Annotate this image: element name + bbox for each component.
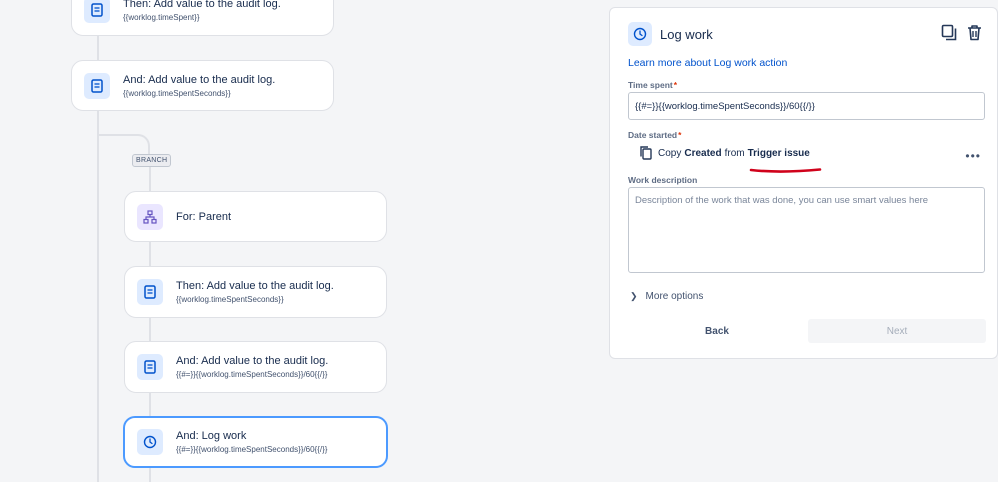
- date-started-label: Date started*: [628, 130, 682, 140]
- flow-card-branch[interactable]: For: Parent: [124, 191, 387, 242]
- clock-icon: [137, 429, 163, 455]
- more-options-toggle[interactable]: ❯ More options: [630, 291, 703, 302]
- flow-card-audit-log[interactable]: And: Add value to the audit log. {{workl…: [71, 60, 334, 111]
- copy-source: Trigger issue: [747, 147, 810, 159]
- next-button[interactable]: Next: [808, 319, 986, 343]
- work-description-label: Work description: [628, 175, 698, 185]
- flow-card-log-work[interactable]: And: Log work {{#=}}{{worklog.timeSpentS…: [123, 416, 388, 468]
- work-description-textarea[interactable]: Description of the work that was done, y…: [628, 187, 985, 273]
- audit-log-icon: [84, 72, 110, 99]
- copy-field: Created: [684, 147, 722, 159]
- duplicate-icon[interactable]: [941, 24, 958, 41]
- time-spent-label: Time spent*: [628, 80, 678, 90]
- more-options-label: More options: [645, 291, 704, 302]
- flow-card-subtitle: {{worklog.timeSpentSeconds}}: [123, 88, 231, 98]
- connector-line: [149, 317, 151, 342]
- panel-title: Log work: [660, 26, 713, 42]
- flow-card-subtitle: {{#=}}{{worklog.timeSpentSeconds}}/60{{/…: [176, 445, 328, 454]
- flow-card-subtitle: {{#=}}{{worklog.timeSpentSeconds}}/60{{/…: [176, 370, 328, 379]
- panel-header: Log work: [628, 22, 713, 46]
- flow-card-title: Then: Add value to the audit log.: [176, 280, 334, 292]
- trash-icon[interactable]: [966, 24, 983, 41]
- flow-card-audit-log[interactable]: And: Add value to the audit log. {{#=}}{…: [124, 341, 387, 393]
- branch-badge: BRANCH: [132, 154, 172, 167]
- clock-icon: [628, 22, 652, 46]
- connector-line: [97, 36, 99, 61]
- connector-line: [149, 392, 151, 417]
- flow-card-subtitle: {{worklog.timeSpent}}: [123, 13, 200, 22]
- automation-flow-canvas: Then: Add value to the audit log. {{work…: [0, 0, 600, 482]
- back-button[interactable]: Back: [628, 319, 806, 343]
- time-spent-value: {{#=}}{{worklog.timeSpentSeconds}}/60{{/…: [635, 101, 815, 112]
- panel-header-actions: [941, 24, 983, 41]
- audit-log-icon: [137, 354, 163, 380]
- annotation-underline: [749, 168, 822, 173]
- flow-card-title: And: Add value to the audit log.: [123, 73, 276, 86]
- flow-card-title: For: Parent: [176, 210, 232, 223]
- copy-from: from: [724, 147, 745, 159]
- copy-prefix: Copy: [658, 147, 682, 159]
- log-work-config-panel: Log work Learn more about Log work actio…: [609, 7, 998, 359]
- copy-icon: [640, 146, 652, 160]
- flow-card-audit-log[interactable]: Then: Add value to the audit log. {{work…: [71, 0, 334, 36]
- flow-card-audit-log[interactable]: Then: Add value to the audit log. {{work…: [124, 266, 387, 318]
- learn-more-link[interactable]: Learn more about Log work action: [628, 57, 787, 69]
- flow-card-subtitle: {{worklog.timeSpentSeconds}}: [176, 295, 284, 304]
- flow-card-title: And: Add value to the audit log.: [176, 355, 329, 367]
- more-actions-menu[interactable]: •••: [965, 149, 981, 163]
- flow-card-title: And: Log work: [176, 430, 247, 442]
- connector-line: [149, 467, 151, 482]
- flow-card-title: Then: Add value to the audit log.: [123, 0, 281, 10]
- work-description-placeholder: Description of the work that was done, y…: [635, 195, 929, 206]
- audit-log-icon: [137, 279, 163, 305]
- connector-line: [97, 110, 99, 482]
- audit-log-icon: [84, 0, 110, 23]
- chevron-right-icon: ❯: [630, 291, 638, 301]
- branch-icon: [137, 203, 163, 230]
- time-spent-input[interactable]: {{#=}}{{worklog.timeSpentSeconds}}/60{{/…: [628, 92, 985, 120]
- date-started-copy-value[interactable]: Copy Created from Trigger issue: [640, 146, 813, 160]
- connector-line: [149, 241, 151, 267]
